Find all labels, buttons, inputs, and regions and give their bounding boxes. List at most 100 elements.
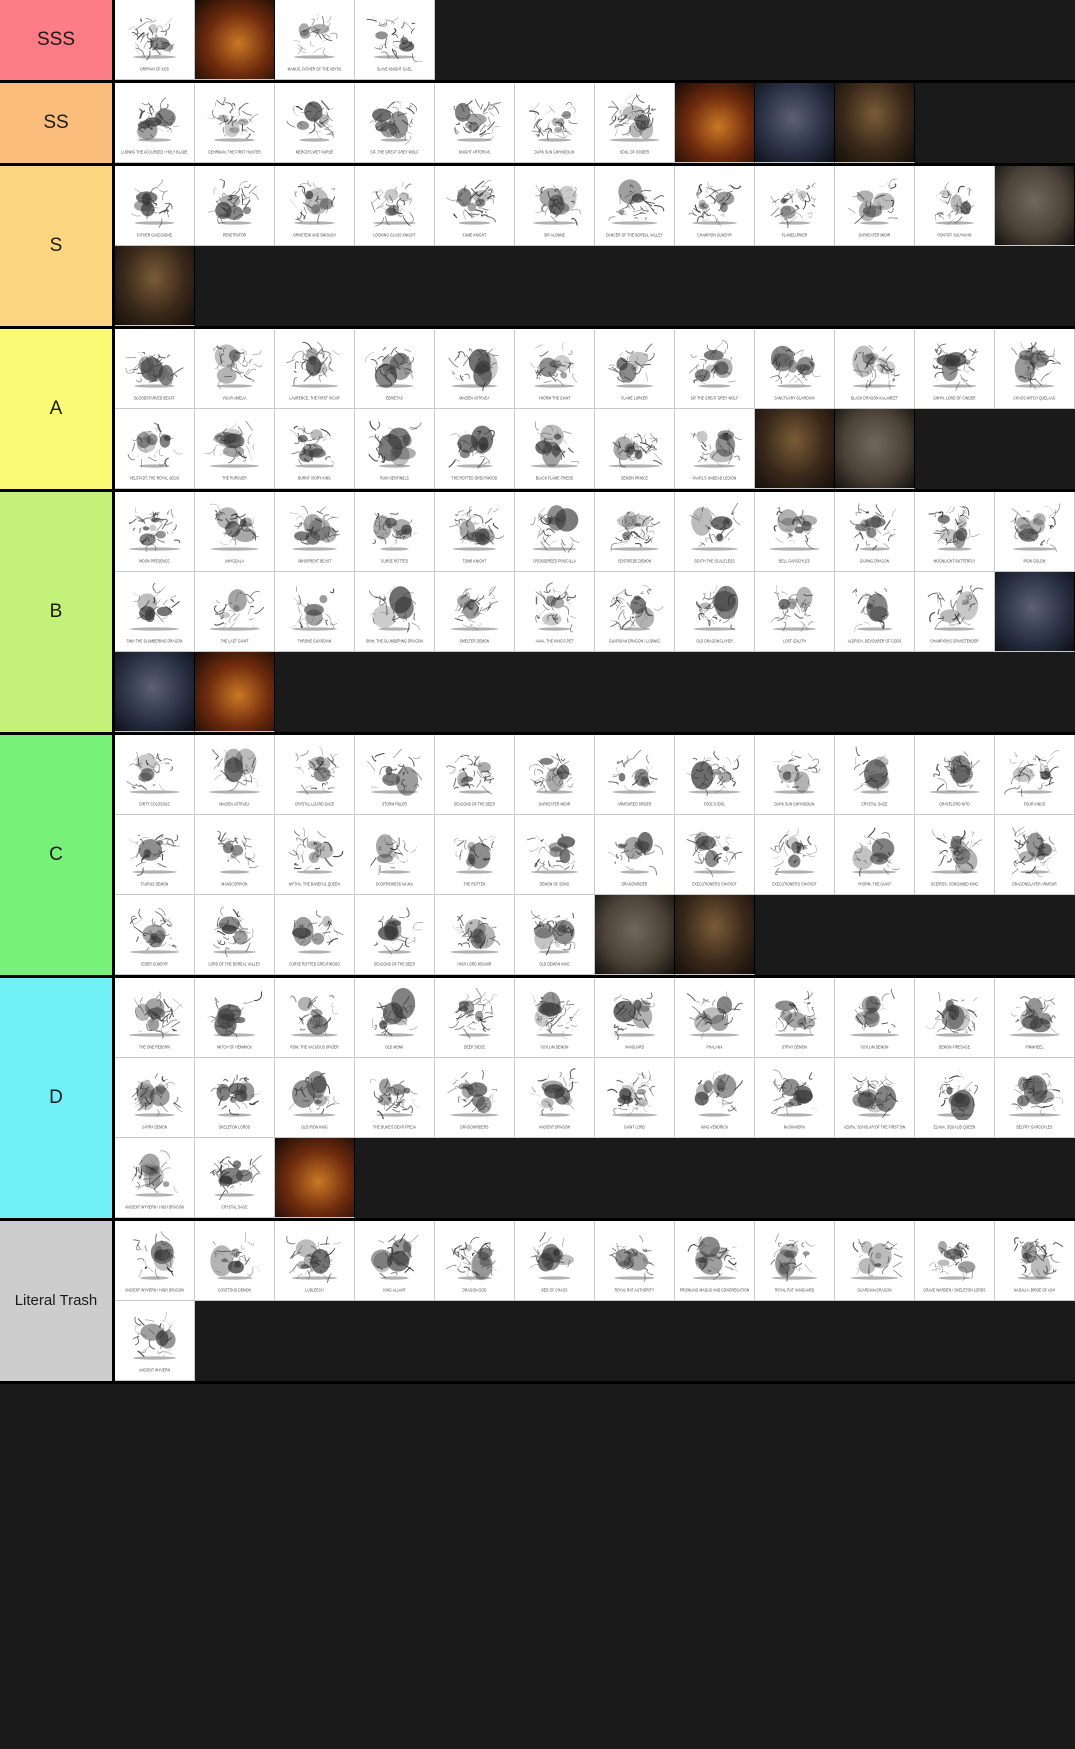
tier-item[interactable]: ASYLUM DEMON — [515, 978, 595, 1058]
tier-item[interactable]: AMYGDALA — [195, 492, 275, 572]
tier-item[interactable]: ARMOURED SPIDER — [595, 735, 675, 815]
tier-item[interactable]: DARKEATER MIDIR — [835, 166, 915, 246]
tier-item[interactable]: SCORPIONESS NAJKA — [355, 815, 435, 895]
tier-item[interactable]: LOST IZALITH — [755, 572, 835, 652]
tier-item[interactable]: FATHER GASCOIGNE — [115, 166, 195, 246]
tier-item[interactable]: SIR ALONNE — [515, 166, 595, 246]
tier-item[interactable] — [675, 83, 755, 163]
tier-item[interactable]: DARK SUN GWYNDOLIN — [755, 735, 835, 815]
tier-item[interactable]: GRAVE WARDEN / SKELETON LORDS — [915, 1221, 995, 1301]
tier-item[interactable]: ROM, THE VACUOUS SPIDER — [275, 978, 355, 1058]
tier-item[interactable]: THE ONE REBORN — [115, 978, 195, 1058]
tier-item[interactable]: MAIDEN ASTRAEA — [435, 329, 515, 409]
tier-item[interactable] — [835, 83, 915, 163]
tier-item[interactable]: ANCIENT WYVERN — [115, 1301, 195, 1381]
tier-item[interactable]: MANUS, FATHER OF THE ABYSS — [275, 0, 355, 80]
tier-item[interactable]: CHAMPION'S GRAVETENDER — [915, 572, 995, 652]
tier-item[interactable]: LAURENCE, THE FIRST VICAR — [275, 329, 355, 409]
tier-item[interactable]: THE ROTTEN — [435, 815, 515, 895]
tier-item[interactable]: MERGO'S WET NURSE — [275, 83, 355, 163]
tier-item[interactable]: TAURUS DEMON — [115, 815, 195, 895]
tier-item[interactable] — [115, 652, 195, 732]
tier-item[interactable]: PINWHEEL — [995, 978, 1075, 1058]
tier-item[interactable]: DARK SUN GWYNDOLIN — [515, 83, 595, 163]
tier-label-a[interactable]: A — [0, 329, 115, 489]
tier-item[interactable]: CHAMPION GUNDYR — [675, 166, 755, 246]
tier-item[interactable]: DEMON FIRESAGE — [915, 978, 995, 1058]
tier-item[interactable]: AZURA, SCHOLAR OF THE FIRST SIN — [835, 1058, 915, 1138]
tier-item[interactable]: FOOL'S IDOL — [675, 735, 755, 815]
tier-item[interactable]: VICAR AMELIA — [195, 329, 275, 409]
tier-item[interactable]: SINH THE SLUMBERING DRAGON — [115, 572, 195, 652]
tier-item[interactable]: ASYLUM DEMON — [835, 978, 915, 1058]
tier-item[interactable]: MOONLIGHT BUTTERFLY — [915, 492, 995, 572]
tier-item[interactable]: PENETRATOR — [195, 166, 275, 246]
tier-label-c[interactable]: C — [0, 735, 115, 975]
tier-item[interactable]: COVETOUS DEMON — [195, 1221, 275, 1301]
tier-item[interactable]: ORPHAN OF KOS — [115, 0, 195, 80]
tier-item[interactable]: OLD DEMON KING — [515, 895, 595, 975]
tier-item[interactable]: EXECUTIONER'S CHARIOT — [755, 815, 835, 895]
tier-item[interactable]: CRYSTAL SAGE — [195, 1138, 275, 1218]
tier-item[interactable]: OLD MONK — [355, 978, 435, 1058]
tier-item[interactable]: ROYAL RAT VANGUARD — [755, 1221, 835, 1301]
tier-item[interactable]: DANCER OF THE BOREAL VALLEY — [595, 166, 675, 246]
tier-item[interactable]: DEEP SIEGE — [435, 978, 515, 1058]
tier-item[interactable]: BLACK FLAME FRIEDE — [515, 409, 595, 489]
tier-label-s[interactable]: S — [0, 166, 115, 326]
tier-item[interactable]: BED OF CHAOS — [515, 1221, 595, 1301]
tier-item[interactable]: DRAGONRIDER — [595, 815, 675, 895]
tier-item[interactable]: PHALANX — [675, 978, 755, 1058]
tier-item[interactable]: ABHORRENT BEAST — [275, 492, 355, 572]
tier-item[interactable]: DRAGONRIDERS — [435, 1058, 515, 1138]
tier-item[interactable]: FOUR KINGS — [995, 735, 1075, 815]
tier-item[interactable]: DEACONS OF THE DEEP — [435, 735, 515, 815]
tier-item[interactable]: CRYSTAL LIZARD SAGE — [275, 735, 355, 815]
tier-item[interactable]: DRAGONSLAYER ARMOUR — [995, 815, 1075, 895]
tier-item[interactable]: SLAVE KNIGHT GAEL — [355, 0, 435, 80]
tier-item[interactable]: BELL GARGOYLES — [755, 492, 835, 572]
tier-label-literal-trash[interactable]: Literal Trash — [0, 1221, 115, 1381]
tier-item[interactable]: AAVA, THE KING'S PET — [515, 572, 595, 652]
tier-item[interactable]: EIDER GUNDYR — [115, 895, 195, 975]
tier-item[interactable]: BELFRY GARGOYLES — [995, 1058, 1075, 1138]
tier-item[interactable] — [995, 572, 1075, 652]
tier-item[interactable]: SEATH THE SCALELESS — [675, 492, 755, 572]
tier-item[interactable]: KING ALLANT — [355, 1221, 435, 1301]
tier-item[interactable]: ALDRICH, DEVOURER OF GODS — [835, 572, 915, 652]
tier-item[interactable]: BLOODSTARVED BEAST — [115, 329, 195, 409]
tier-item[interactable]: MAIDEN ASTRAEA — [195, 735, 275, 815]
tier-item[interactable] — [195, 0, 275, 80]
tier-item[interactable]: SIF THE GREAT GREY WOLF — [675, 329, 755, 409]
tier-item[interactable] — [275, 1138, 355, 1218]
tier-label-b[interactable]: B — [0, 492, 115, 732]
tier-item[interactable]: GEHRMAN, THE FIRST HUNTER — [195, 83, 275, 163]
tier-item[interactable]: NADALIA, BRIDE OF ASH — [995, 1221, 1075, 1301]
tier-item[interactable]: RUIN SENTINELS — [355, 409, 435, 489]
tier-item[interactable]: VELSTADT, THE ROYAL AEGIS — [115, 409, 195, 489]
tier-item[interactable]: DIRTY COLOSSUS — [115, 735, 195, 815]
tier-item[interactable] — [195, 652, 275, 732]
tier-item[interactable]: ANCIENT WYVERN / HIGH DRAGON — [115, 1138, 195, 1218]
tier-item[interactable] — [675, 895, 755, 975]
tier-item[interactable]: DARKEATER MIDIR — [515, 735, 595, 815]
tier-item[interactable]: MANSCORPION — [195, 815, 275, 895]
tier-item[interactable]: OLD IRON KING — [275, 1058, 355, 1138]
tier-item[interactable]: LUDWIG THE ACCURSED / HOLY BLADE — [115, 83, 195, 163]
tier-item[interactable]: FLAMELURKER — [755, 166, 835, 246]
tier-item[interactable] — [835, 409, 915, 489]
tier-item[interactable]: SANCTUARY GUARDIAN — [755, 329, 835, 409]
tier-item[interactable]: HIGH LORD WOLNIR — [435, 895, 515, 975]
tier-item[interactable]: ANCIENT DRAGON — [515, 1058, 595, 1138]
tier-item[interactable]: FUME KNIGHT — [435, 166, 515, 246]
tier-item[interactable]: WITCH OF HEMWICK — [195, 978, 275, 1058]
tier-item[interactable] — [595, 895, 675, 975]
tier-item[interactable] — [115, 246, 195, 326]
tier-item[interactable]: CAPRA DEMON — [115, 1058, 195, 1138]
tier-item[interactable]: ROYAL RAT AUTHORITY — [595, 1221, 675, 1301]
tier-item[interactable] — [755, 83, 835, 163]
tier-item[interactable]: GIANT LORD — [595, 1058, 675, 1138]
tier-label-d[interactable]: D — [0, 978, 115, 1218]
tier-item[interactable]: DEMON OF SONG — [515, 815, 595, 895]
tier-item[interactable]: ELANA, SQUALID QUEEN — [915, 1058, 995, 1138]
